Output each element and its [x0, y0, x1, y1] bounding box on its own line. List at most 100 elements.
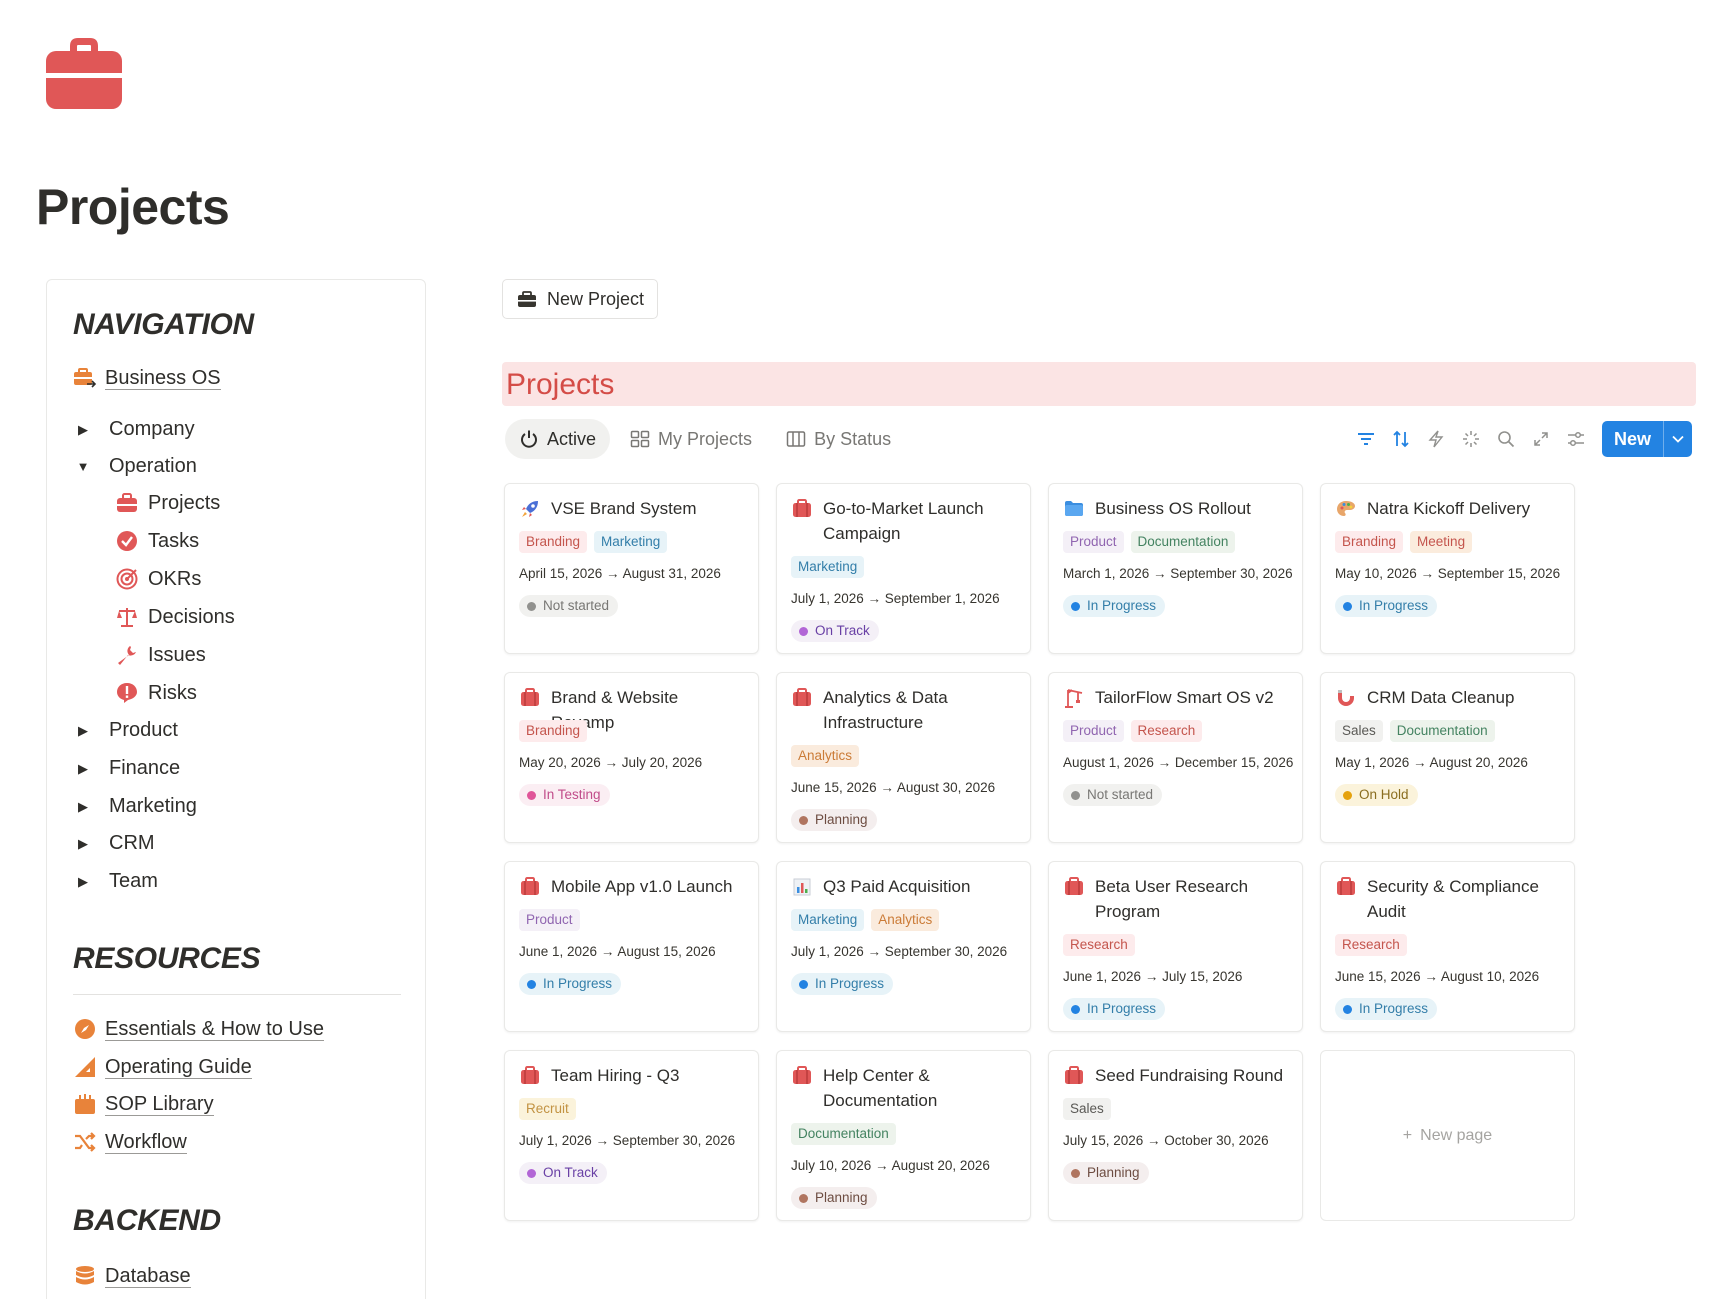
briefcase-icon	[791, 685, 813, 710]
card-title: Help Center & Documentation	[791, 1063, 1018, 1113]
expand-icon[interactable]	[1524, 421, 1559, 457]
board-icon	[786, 430, 806, 448]
toggle-operation-label: Operation	[109, 455, 197, 477]
settings-sliders-icon[interactable]	[1559, 421, 1594, 457]
toggle-crm[interactable]: ▶ CRM	[74, 832, 155, 855]
briefcase-icon	[791, 496, 813, 521]
sidebar-item-projects[interactable]: Projects	[115, 491, 220, 515]
project-card[interactable]: Q3 Paid Acquisition Marketing Analytics Jul…	[776, 861, 1031, 1032]
project-card[interactable]: Team Hiring - Q3 Recruit July 1, 2026 → Se…	[504, 1050, 759, 1221]
card-dates: June 1, 2026 → August 15, 2026	[519, 944, 716, 959]
status-dot	[799, 1193, 808, 1203]
project-card[interactable]: Brand & Website RevampBrandingMay 20, 20…	[504, 672, 759, 843]
project-card[interactable]: VSE Brand System Branding Marketing April 1…	[504, 483, 759, 654]
project-card[interactable]: Analytics & Data Infrastructure Analytics…	[776, 672, 1031, 843]
briefcase-icon	[517, 290, 537, 308]
database-title-bar: Projects	[502, 362, 1696, 406]
database-title[interactable]: Projects	[506, 368, 614, 402]
palette-icon	[1335, 496, 1357, 521]
project-card[interactable]: Mobile App v1.0 Launch Product June 1, 202…	[504, 861, 759, 1032]
link-business-os[interactable]: Business OS	[73, 366, 221, 390]
sparkle-icon[interactable]	[1454, 421, 1489, 457]
folder-icon	[1063, 496, 1085, 521]
card-dates: May 10, 2026 → September 15, 2026	[1335, 566, 1561, 581]
project-card[interactable]: Natra Kickoff Delivery Branding Meeting May…	[1320, 483, 1575, 654]
triangle-right-icon: ▶	[78, 722, 88, 738]
new-page-label: New page	[1420, 1126, 1493, 1144]
toggle-marketing[interactable]: ▶ Marketing	[74, 795, 197, 818]
exclamation-icon	[115, 681, 139, 705]
link-database[interactable]: Database	[73, 1264, 191, 1288]
new-project-button[interactable]: New Project	[502, 279, 658, 319]
card-dates: July 10, 2026 → August 20, 2026	[791, 1158, 990, 1173]
link-operating-guide[interactable]: Operating Guide	[73, 1055, 252, 1079]
tag-pill: Branding	[519, 531, 588, 553]
sidebar-item-okrs[interactable]: OKRs	[115, 567, 201, 591]
tab-active[interactable]: Active	[505, 419, 611, 459]
card-title: Mobile App v1.0 Launch	[519, 874, 746, 899]
link-sop-library[interactable]: SOP Library	[73, 1092, 214, 1116]
toggle-company-label: Company	[109, 418, 195, 440]
briefcase-arrow-icon	[73, 366, 97, 390]
status-label: Not started	[1087, 787, 1154, 802]
briefcase-icon	[519, 685, 541, 710]
card-dates: June 15, 2026 → August 30, 2026	[791, 780, 996, 795]
card-tags: Product	[519, 909, 587, 931]
sidebar-item-label: Projects	[148, 491, 221, 514]
status-badge: On Track	[791, 620, 879, 642]
status-label: In Testing	[543, 787, 601, 802]
sidebar-item-decisions[interactable]: Decisions	[115, 605, 235, 629]
card-dates: June 1, 2026 → July 15, 2026	[1063, 969, 1243, 984]
automation-icon[interactable]	[1419, 421, 1454, 457]
project-card[interactable]: Go-to-Market Launch Campaign Marketing Jul…	[776, 483, 1031, 654]
compass-icon	[73, 1017, 97, 1041]
status-dot	[527, 1168, 536, 1178]
project-card[interactable]: Business OS Rollout Product Documentation M…	[1048, 483, 1303, 654]
search-icon[interactable]	[1489, 421, 1524, 457]
tag-pill: Sales	[1335, 720, 1383, 742]
link-workflow[interactable]: Workflow	[73, 1130, 187, 1154]
project-card[interactable]: Seed Fundraising Round Sales July 15, 2026…	[1048, 1050, 1303, 1221]
project-card[interactable]: CRM Data Cleanup Sales Documentation May 1,…	[1320, 672, 1575, 843]
power-icon	[519, 429, 539, 449]
card-tags: Marketing	[791, 556, 871, 578]
toggle-company[interactable]: ▶ Company	[74, 418, 195, 441]
card-tags: Documentation	[791, 1123, 903, 1145]
new-button-label[interactable]: New	[1602, 421, 1664, 457]
card-title: VSE Brand System	[519, 496, 746, 521]
card-dates: May 1, 2026 → August 20, 2026	[1335, 755, 1528, 770]
toggle-product[interactable]: ▶ Product	[74, 719, 178, 742]
status-label: In Progress	[1087, 1001, 1157, 1016]
toggle-operation[interactable]: ▼ Operation	[74, 455, 197, 478]
sort-icon[interactable]	[1384, 421, 1419, 457]
magnet-icon	[1335, 685, 1357, 710]
project-card[interactable]: Beta User Research Program Research June 1…	[1048, 861, 1303, 1032]
status-label: On Track	[815, 623, 870, 638]
tag-pill: Marketing	[791, 909, 865, 931]
sidebar-item-risks[interactable]: Risks	[115, 681, 197, 705]
toggle-team[interactable]: ▶ Team	[74, 870, 158, 893]
new-button[interactable]: New	[1601, 421, 1692, 457]
view-tabs: Active My Projects By Status	[505, 419, 911, 459]
tab-by-status[interactable]: By Status	[772, 419, 905, 459]
project-card[interactable]: Security & Compliance Audit Research June …	[1320, 861, 1575, 1032]
chevron-down-icon[interactable]	[1664, 421, 1692, 457]
tab-label: Active	[547, 428, 597, 449]
toggle-finance[interactable]: ▶ Finance	[74, 757, 180, 780]
project-card[interactable]: TailorFlow Smart OS v2 Product Research Aug…	[1048, 672, 1303, 843]
scales-icon	[115, 605, 139, 629]
sidebar-item-issues[interactable]: Issues	[115, 643, 206, 667]
sidebar-item-label: Decisions	[148, 605, 235, 628]
tab-my-projects[interactable]: My Projects	[616, 419, 766, 459]
card-title: TailorFlow Smart OS v2	[1063, 685, 1290, 710]
link-label: Database	[105, 1264, 191, 1288]
sidebar-item-tasks[interactable]: Tasks	[115, 529, 199, 553]
tag-pill: Documentation	[1130, 531, 1236, 553]
status-badge: Not started	[1063, 784, 1163, 806]
card-title: Security & Compliance Audit	[1335, 874, 1562, 924]
new-page-card[interactable]: + New page	[1320, 1050, 1575, 1221]
link-essentials[interactable]: Essentials & How to Use	[73, 1017, 324, 1041]
sidebar-item-label: OKRs	[148, 567, 202, 590]
filter-icon[interactable]	[1349, 421, 1384, 457]
project-card[interactable]: Help Center & Documentation Documentation…	[776, 1050, 1031, 1221]
